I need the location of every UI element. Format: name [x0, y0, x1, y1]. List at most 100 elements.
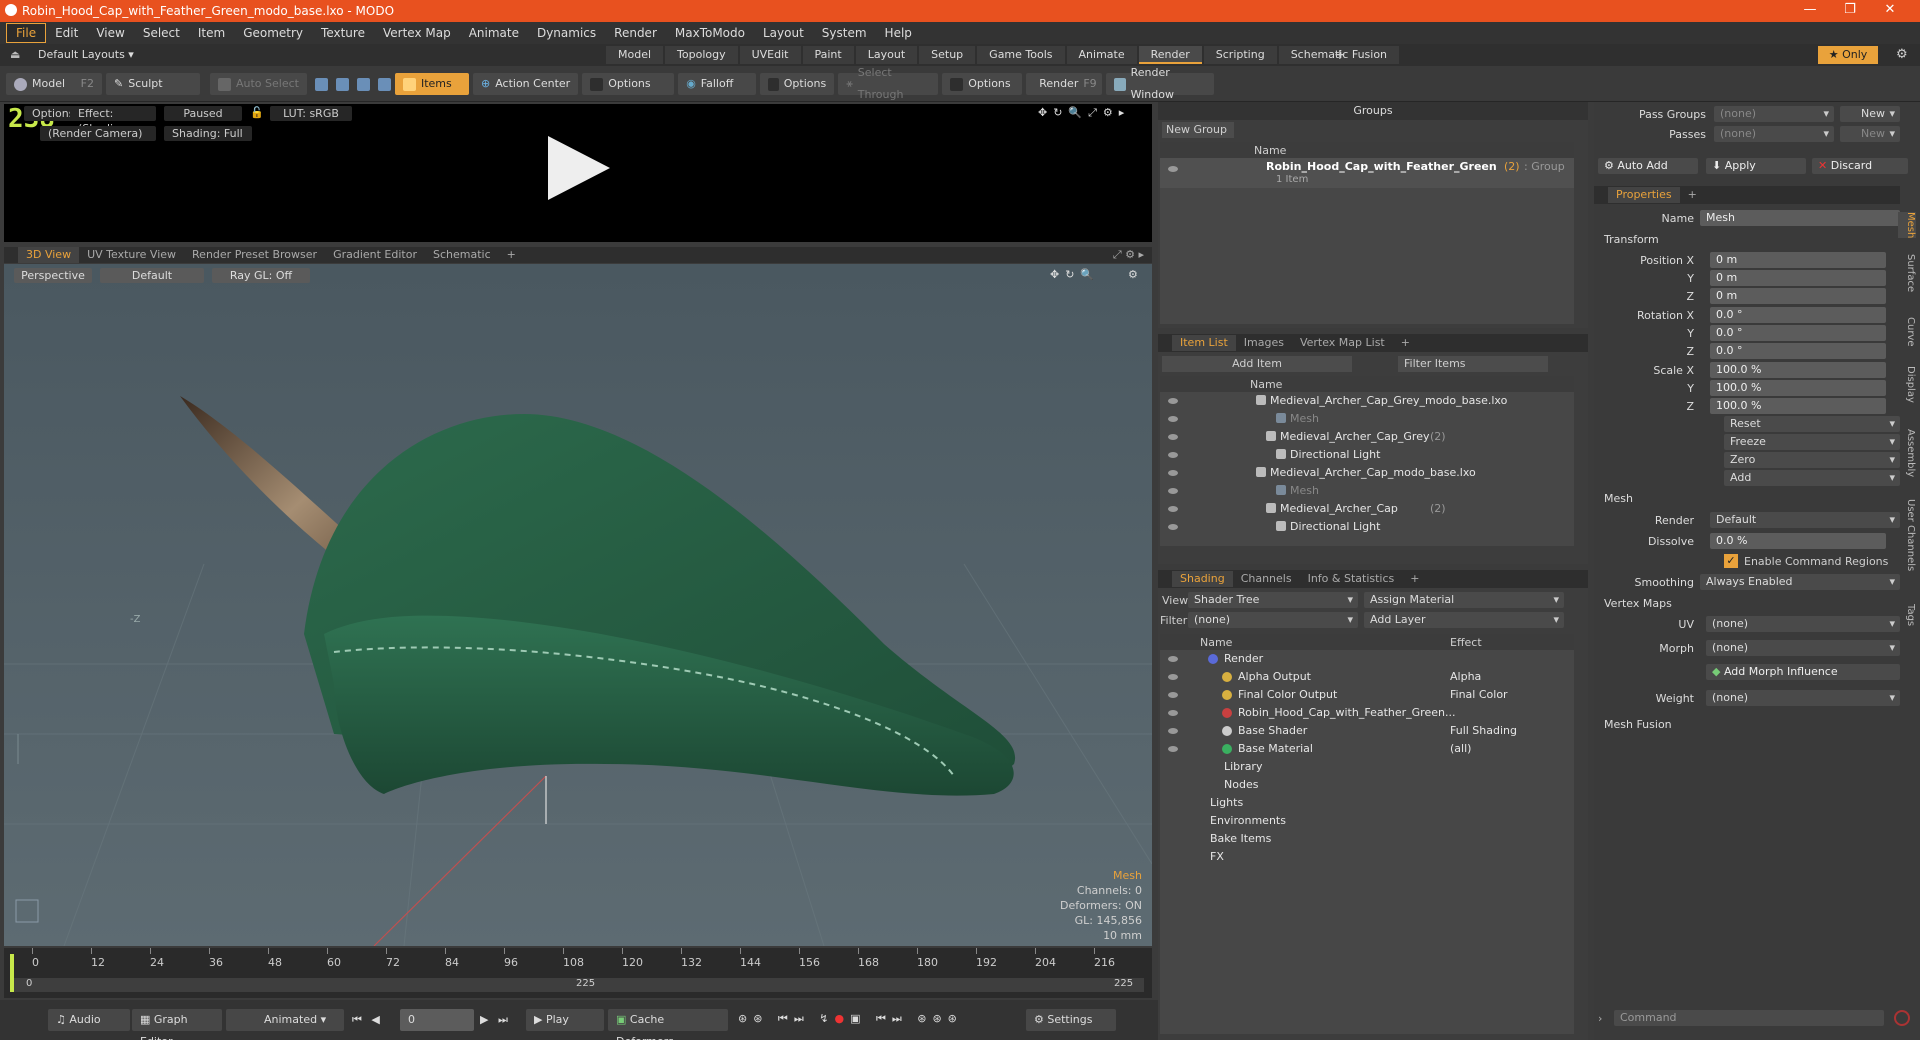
settings-button[interactable]: ⚙ Settings [1026, 1009, 1116, 1031]
item-list-tab-item-list[interactable]: Item List [1172, 335, 1236, 351]
shader-tree-row[interactable]: Lights [1160, 794, 1574, 812]
menu-item-item[interactable]: Item [189, 22, 234, 44]
menu-item-layout[interactable]: Layout [754, 22, 813, 44]
visibility-eye-icon[interactable] [1168, 674, 1178, 680]
new-pass-group-button[interactable]: New [1840, 106, 1900, 122]
property-vtab-mesh[interactable]: Mesh [1898, 212, 1916, 239]
add-dropdown[interactable]: Add [1724, 470, 1900, 486]
shader-tree-row[interactable]: Final Color Output Final Color [1160, 686, 1574, 704]
layout-tab-topology[interactable]: Topology [665, 46, 738, 64]
transform-section[interactable]: Transform [1604, 233, 1659, 246]
layout-tab-game-tools[interactable]: Game Tools [977, 46, 1065, 64]
falloff-button[interactable]: ◉ Falloff [678, 73, 757, 95]
lock-icon[interactable]: 🔓 [250, 106, 264, 119]
menu-item-help[interactable]: Help [876, 22, 921, 44]
shader-tree-row[interactable]: Nodes [1160, 776, 1574, 794]
enable-command-regions-checkbox[interactable]: ✓ [1724, 554, 1738, 568]
rotation-y-field[interactable]: 0.0 ° [1710, 325, 1886, 341]
item-list-row[interactable]: Mesh [1160, 410, 1574, 428]
shader-tree-dropdown[interactable]: Shader Tree [1188, 592, 1358, 608]
render-window-button[interactable]: Render Window [1106, 66, 1215, 101]
visibility-eye-icon[interactable] [1168, 416, 1178, 422]
shader-tree-row[interactable]: Library [1160, 758, 1574, 776]
mesh-fusion-section[interactable]: Mesh Fusion [1604, 718, 1672, 731]
viewport-nav-icons[interactable]: ✥↻🔍 [1050, 268, 1100, 281]
visibility-eye-icon[interactable] [1168, 746, 1178, 752]
new-pass-button[interactable]: New [1840, 126, 1900, 142]
paused-button[interactable]: Paused [164, 106, 242, 121]
play-button[interactable]: ▶ Play [526, 1009, 604, 1031]
scale-x-field[interactable]: 100.0 % [1710, 362, 1886, 378]
reset-dropdown[interactable]: Reset [1724, 416, 1900, 432]
vertex-maps-section[interactable]: Vertex Maps [1604, 597, 1672, 610]
preview-nav-icons[interactable]: ✥↻🔍⤢⚙▸ [1038, 106, 1130, 120]
layout-tab-paint[interactable]: Paint [802, 46, 854, 64]
property-vtab-user-channels[interactable]: User Channels [1898, 499, 1916, 571]
menu-item-geometry[interactable]: Geometry [234, 22, 312, 44]
visibility-eye-icon[interactable] [1168, 656, 1178, 662]
item-list-row[interactable]: Medieval_Archer_Cap_Grey (2) [1160, 428, 1574, 446]
morph-dropdown[interactable]: (none) [1706, 640, 1900, 656]
add-item-list-tab[interactable]: + [1393, 335, 1418, 351]
viewport-tab-3d-view[interactable]: 3D View [18, 247, 80, 263]
zero-dropdown[interactable]: Zero [1724, 452, 1900, 468]
only-toggle[interactable]: ★ Only [1818, 46, 1878, 64]
add-layer-dropdown[interactable]: Add Layer [1364, 612, 1564, 628]
shading-filter-dropdown[interactable]: (none) [1188, 612, 1358, 628]
animated-dropdown[interactable]: Animated ▾ [226, 1009, 344, 1031]
layout-menu-icon[interactable]: ⏏ [10, 48, 20, 61]
visibility-eye-icon[interactable] [1168, 728, 1178, 734]
action-center-options-button[interactable]: Options [582, 73, 675, 95]
visibility-eye-icon[interactable] [1168, 692, 1178, 698]
play-icon[interactable] [544, 132, 614, 204]
visibility-eye-icon[interactable] [1168, 398, 1178, 404]
items-mode-button[interactable]: Items [394, 73, 469, 95]
command-expand-icon[interactable]: › [1598, 1012, 1602, 1025]
shading-tab-shading[interactable]: Shading [1172, 571, 1233, 587]
viewport-tab-uv-texture-view[interactable]: UV Texture View [79, 247, 184, 263]
item-list-row[interactable]: Directional Light [1160, 518, 1574, 536]
shader-tree-row[interactable]: Bake Items [1160, 830, 1574, 848]
menu-item-animate[interactable]: Animate [460, 22, 528, 44]
menu-item-select[interactable]: Select [134, 22, 189, 44]
menu-item-file[interactable]: File [6, 23, 47, 43]
sculpt-button[interactable]: ✎ Sculpt [106, 73, 200, 95]
menu-item-system[interactable]: System [813, 22, 876, 44]
action-center-button[interactable]: ⊕ Action Center [472, 73, 579, 95]
layout-tab-model[interactable]: Model [606, 46, 664, 64]
render-preview[interactable]: 238 Options Effect: (Shadi... Paused 🔓 L… [4, 104, 1152, 242]
auto-add-button[interactable]: ⚙ Auto Add [1598, 158, 1698, 174]
transport-back-icons[interactable]: ⏮ ◀ [352, 1013, 383, 1027]
lut-dropdown[interactable]: LUT: sRGB [270, 106, 352, 121]
weight-dropdown[interactable]: (none) [1706, 690, 1900, 706]
keyframe-tool-icons[interactable]: ⊛⊛ ⏮⏭ ↯●▣ ⏮⏭ ⊛⊛⊛ [738, 1012, 963, 1026]
frame-range-bar[interactable]: 0 225 225 [14, 978, 1144, 992]
scale-y-field[interactable]: 100.0 % [1710, 380, 1886, 396]
shader-effect[interactable]: (all) [1450, 740, 1471, 758]
new-group-button[interactable]: New Group [1162, 122, 1234, 138]
current-frame-marker[interactable] [10, 954, 14, 992]
properties-tab[interactable]: Properties [1608, 187, 1680, 203]
shader-tree-row[interactable]: Environments [1160, 812, 1574, 830]
visibility-eye-icon[interactable] [1168, 524, 1178, 530]
shader-tree-row[interactable]: Robin_Hood_Cap_with_Feather_Green... [1160, 704, 1574, 722]
item-list-row[interactable]: Mesh [1160, 482, 1574, 500]
close-button[interactable]: ✕ [1870, 2, 1910, 17]
shader-effect[interactable]: Final Color [1450, 686, 1508, 704]
command-input[interactable]: Command [1614, 1010, 1884, 1026]
select-through-button[interactable]: ⚹ Select Through [838, 66, 939, 101]
select-options-button[interactable]: Options [942, 73, 1023, 95]
vertices-mode-icon[interactable] [314, 77, 328, 91]
visibility-eye-icon[interactable] [1168, 470, 1178, 476]
viewport-tab-schematic[interactable]: Schematic [425, 247, 499, 263]
model-button[interactable]: Model F2 [6, 73, 102, 95]
frame-input[interactable]: 0 [400, 1009, 474, 1031]
property-vtab-assembly[interactable]: Assembly [1898, 429, 1916, 477]
property-vtab-curve[interactable]: Curve [1898, 317, 1916, 347]
add-shading-tab[interactable]: + [1402, 571, 1427, 587]
add-morph-influence-button[interactable]: ◆ Add Morph Influence [1706, 664, 1900, 680]
layout-tab-scripting[interactable]: Scripting [1203, 46, 1277, 64]
effect-dropdown[interactable]: Effect: (Shadi... [70, 106, 156, 135]
menu-item-texture[interactable]: Texture [312, 22, 374, 44]
freeze-dropdown[interactable]: Freeze [1724, 434, 1900, 450]
